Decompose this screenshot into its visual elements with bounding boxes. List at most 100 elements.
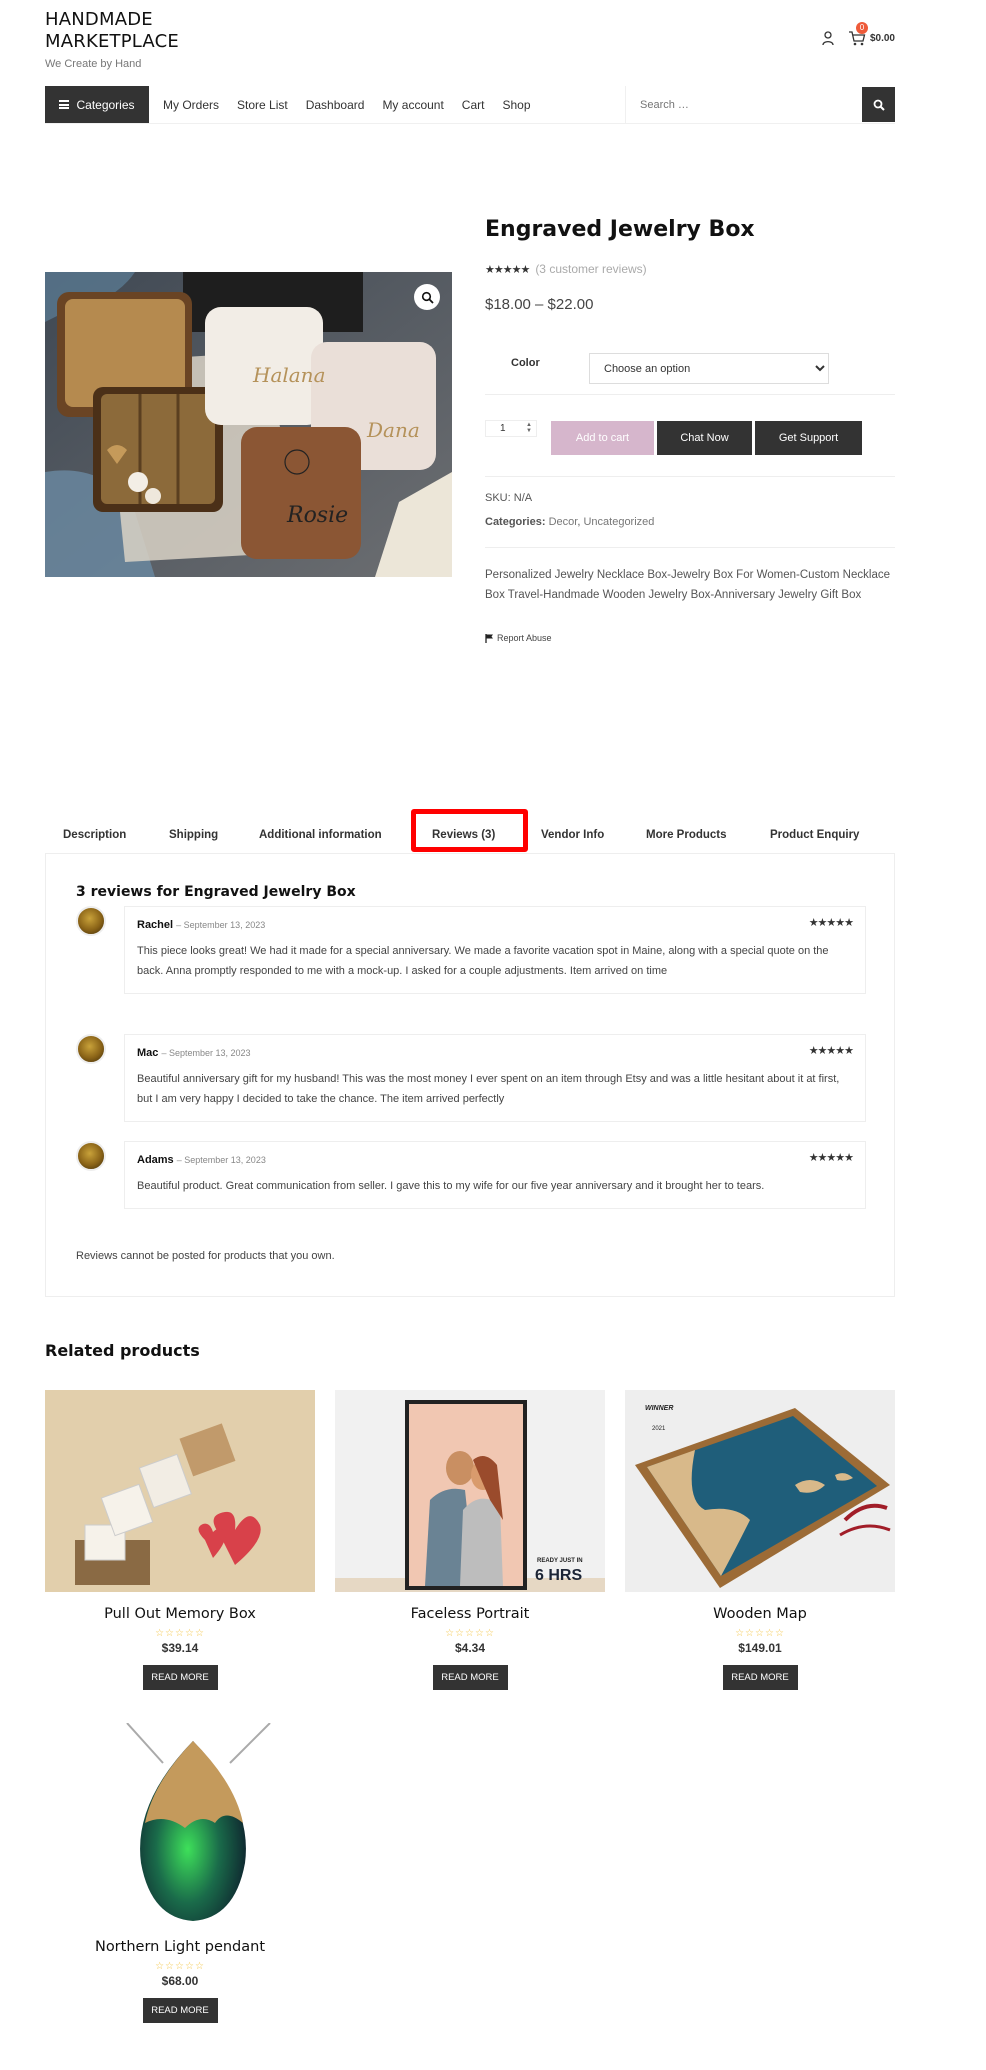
site-title-line2[interactable]: MARKETPLACE	[45, 31, 179, 53]
product-card-image[interactable]	[45, 1390, 315, 1592]
site-title-line1[interactable]: HANDMADE	[45, 9, 179, 31]
categories-row: Categories: Decor, Uncategorized	[485, 516, 655, 528]
color-select[interactable]: Choose an option	[589, 353, 829, 384]
memory-box-photo	[45, 1390, 315, 1592]
nav-links: My Orders Store List Dashboard My accoun…	[163, 86, 531, 123]
nav-link-shop[interactable]: Shop	[502, 98, 530, 112]
review-stars: ★★★★★	[808, 917, 854, 929]
nav-link-cart[interactable]: Cart	[462, 98, 485, 112]
product-card-name[interactable]: Pull Out Memory Box	[45, 1606, 315, 1622]
customer-reviews-link[interactable]: (3 customer reviews)	[535, 262, 646, 276]
read-more-button[interactable]: READ MORE	[432, 1665, 508, 1690]
review-date: September 13, 2023	[184, 1155, 266, 1165]
faceless-portrait-photo: READY JUST IN 6 HRS	[335, 1390, 605, 1592]
chat-now-button[interactable]: Chat Now	[657, 421, 752, 455]
tab-vendor-info[interactable]: Vendor Info	[541, 829, 604, 841]
site-header: HANDMADE MARKETPLACE We Create by Hand 0…	[45, 0, 895, 86]
svg-text:Dana: Dana	[366, 418, 420, 442]
review-author: Adams	[137, 1154, 174, 1166]
nav-link-my-orders[interactable]: My Orders	[163, 98, 219, 112]
tab-shipping[interactable]: Shipping	[169, 829, 218, 841]
nav-link-store-list[interactable]: Store List	[237, 98, 288, 112]
product-card: Pull Out Memory Box ☆☆☆☆☆ $39.14 READ MO…	[45, 1390, 315, 1690]
product-image[interactable]: Halana Dana Rosie	[45, 272, 452, 577]
reviews-panel: 3 reviews for Engraved Jewelry Box Rache…	[45, 853, 895, 1297]
product-card-name[interactable]: Faceless Portrait	[335, 1606, 605, 1622]
review-author: Rachel	[137, 919, 174, 931]
product-card-image[interactable]: WINNER 2021	[625, 1390, 895, 1592]
tab-description[interactable]: Description	[63, 829, 126, 841]
product-card-price: $39.14	[161, 1641, 199, 1655]
rating-stars: ★★★★★	[485, 263, 530, 276]
search-icon	[873, 99, 885, 111]
product-meta: SKU: N/A Categories: Decor, Uncategorize…	[485, 492, 895, 528]
sku-label: SKU:	[485, 492, 511, 504]
tab-product-enquiry[interactable]: Product Enquiry	[770, 829, 859, 841]
award-badge: WINNER	[645, 1405, 673, 1412]
hours-caption: 6 HRS	[535, 1567, 582, 1584]
add-to-cart-form: 1 ▲ ▼ Add to cart Chat Now Get Support	[485, 417, 895, 477]
pendant-photo	[45, 1723, 315, 1925]
review-notice: Reviews cannot be posted for products th…	[76, 1250, 335, 1262]
color-label: Color	[511, 357, 540, 369]
tab-reviews[interactable]: Reviews (3)	[432, 829, 495, 841]
search-form	[625, 86, 895, 123]
search-button[interactable]	[862, 87, 895, 122]
product-short-description: Personalized Jewelry Necklace Box-Jewelr…	[485, 569, 890, 601]
categories-button[interactable]: Categories	[45, 86, 149, 123]
review-text: This piece looks great! We had it made f…	[137, 945, 829, 977]
read-more-button[interactable]: READ MORE	[142, 1665, 218, 1690]
get-support-button[interactable]: Get Support	[755, 421, 862, 455]
review-date: September 13, 2023	[183, 920, 266, 930]
sku-row: SKU: N/A	[485, 492, 895, 504]
review-stars: ★★★★★	[808, 1045, 854, 1057]
review-stars: ★★★★★	[808, 1152, 854, 1164]
product-card-stars: ☆☆☆☆☆	[445, 1628, 495, 1639]
add-to-cart-button[interactable]: Add to cart	[551, 421, 654, 455]
sku-value: N/A	[513, 492, 533, 504]
tab-additional-information[interactable]: Additional information	[259, 829, 382, 841]
cart-count-badge: 0	[855, 22, 868, 34]
read-more-button[interactable]: READ MORE	[722, 1665, 798, 1690]
quantity-stepper-icon[interactable]: ▲ ▼	[526, 422, 532, 434]
reviewer-avatar	[76, 1034, 106, 1064]
product-card-name[interactable]: Wooden Map	[625, 1606, 895, 1622]
review-author: Mac	[137, 1047, 159, 1059]
report-abuse-label: Report Abuse	[497, 633, 552, 643]
product-rating: ★★★★★ (3 customer reviews)	[485, 262, 647, 276]
magnifier-icon	[421, 291, 434, 304]
product-card-name[interactable]: Northern Light pendant	[45, 1939, 315, 1955]
menu-icon	[59, 100, 70, 109]
category-link-decor[interactable]: Decor	[549, 516, 578, 528]
report-abuse-link[interactable]: Report Abuse	[485, 633, 552, 643]
product-card-image[interactable]: READY JUST IN 6 HRS	[335, 1390, 605, 1592]
quantity-input[interactable]: 1 ▲ ▼	[485, 420, 537, 437]
category-link-uncategorized[interactable]: Uncategorized	[583, 516, 654, 528]
reviewer-avatar	[76, 906, 106, 936]
review-body: Adams – September 13, 2023 ★★★★★ Beautif…	[124, 1141, 866, 1209]
review-meta: Mac – September 13, 2023	[137, 1047, 251, 1059]
product-card-price: $68.00	[161, 1974, 199, 1988]
review-meta: Rachel – September 13, 2023	[137, 919, 266, 931]
main-navbar: Categories My Orders Store List Dashboar…	[45, 86, 895, 124]
review-body: Rachel – September 13, 2023 ★★★★★ This p…	[124, 906, 866, 994]
cart-total[interactable]: $0.00	[870, 33, 895, 44]
review-body: Mac – September 13, 2023 ★★★★★ Beautiful…	[124, 1034, 866, 1122]
svg-text:Rosie: Rosie	[286, 503, 348, 528]
tab-more-products[interactable]: More Products	[646, 829, 727, 841]
read-more-button[interactable]: READ MORE	[142, 1998, 218, 2023]
product-tabs: Description Shipping Additional informat…	[45, 809, 895, 853]
product-card-image[interactable]	[45, 1723, 315, 1925]
nav-link-my-account[interactable]: My account	[382, 98, 443, 112]
zoom-image-button[interactable]	[414, 284, 440, 310]
product-card-stars: ☆☆☆☆☆	[155, 1961, 205, 1972]
site-tagline: We Create by Hand	[45, 58, 142, 70]
product-photo: Halana Dana Rosie	[45, 272, 452, 577]
site-title[interactable]: HANDMADE MARKETPLACE	[45, 9, 179, 53]
search-input[interactable]	[626, 86, 861, 123]
product-card-price: $4.34	[454, 1641, 486, 1655]
review-meta: Adams – September 13, 2023	[137, 1154, 266, 1166]
mini-cart[interactable]: 0 $0.00	[848, 22, 895, 46]
nav-link-dashboard[interactable]: Dashboard	[306, 98, 365, 112]
user-icon[interactable]	[820, 30, 836, 46]
